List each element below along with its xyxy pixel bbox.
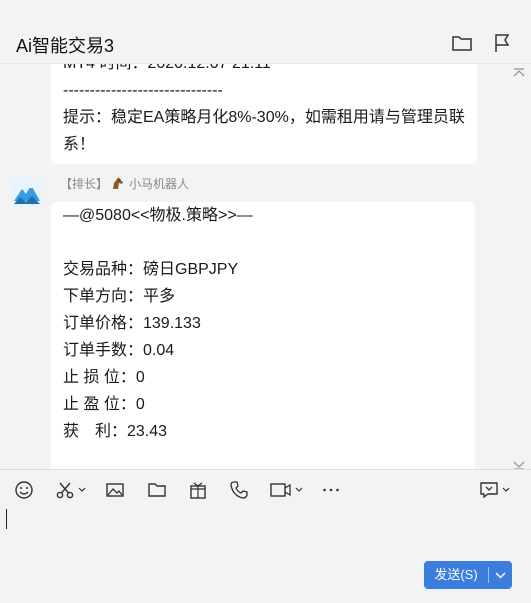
message-bubble: —@5080<<物极.策略>>— 交易品种：磅日GBPJPY 下单方向：平多 订… xyxy=(51,202,475,469)
message-line: 获 利：23.43 xyxy=(63,423,168,440)
chat-record-icon xyxy=(479,480,499,500)
message-line: 止 损 位：0 xyxy=(63,369,145,386)
message-line: MT4 时间：2020.12.07 21:11 xyxy=(63,64,465,77)
chevron-down-icon xyxy=(78,487,86,493)
message-line: 提示：稳定EA策略月化8%-30%，如需租用请与管理员联 xyxy=(63,109,465,126)
chevron-down-icon xyxy=(295,487,303,493)
folder-icon[interactable] xyxy=(147,480,167,500)
message-line: 订单价格：139.133 xyxy=(63,315,201,332)
message-line: 订单手数：0.04 xyxy=(63,342,175,359)
message-line: 交易品种：磅日GBPJPY xyxy=(63,261,239,278)
message-line: ------------------------------ xyxy=(63,82,223,99)
chevron-down-icon xyxy=(502,487,510,493)
folder-icon[interactable] xyxy=(451,32,473,54)
message-list[interactable]: MT4 时间：2020.12.07 21:11 ----------------… xyxy=(0,64,531,469)
scissors-icon xyxy=(55,480,75,500)
horse-icon xyxy=(110,175,126,191)
avatar[interactable] xyxy=(12,177,42,207)
video-icon xyxy=(270,480,292,500)
chat-record-button[interactable] xyxy=(479,480,510,500)
screenshot-button[interactable] xyxy=(55,480,86,500)
send-options-button[interactable] xyxy=(489,561,512,589)
message-line xyxy=(63,229,463,256)
message-line: 止 盈 位：0 xyxy=(63,396,145,413)
message-line: 系！ xyxy=(63,136,96,153)
flag-icon[interactable] xyxy=(491,32,513,54)
send-button[interactable]: 发送(S) xyxy=(424,561,512,589)
text-cursor xyxy=(6,509,7,529)
sender-info: 【排长】 小马机器人 xyxy=(60,175,189,192)
sender-badge: 【排长】 xyxy=(60,177,109,191)
chat-title: Ai智能交易3 xyxy=(16,36,115,56)
sender-name: 小马机器人 xyxy=(129,177,190,191)
phone-icon[interactable] xyxy=(229,480,249,500)
send-button-label: 发送(S) xyxy=(434,567,478,582)
message-bubble: MT4 时间：2020.12.07 21:11 ----------------… xyxy=(51,64,477,164)
image-icon[interactable] xyxy=(105,480,125,500)
chevron-down-icon xyxy=(495,572,506,579)
emoji-icon[interactable] xyxy=(14,480,34,500)
message-line: 下单方向：平多 xyxy=(63,288,176,305)
title-bar: Ai智能交易3 xyxy=(0,0,531,64)
message-line: —@5080<<物极.策略>>— xyxy=(63,207,253,224)
composer-toolbar xyxy=(0,469,531,509)
scroll-down-icon[interactable] xyxy=(513,457,525,469)
video-call-button[interactable] xyxy=(270,480,303,500)
more-icon[interactable] xyxy=(321,480,341,500)
red-packet-icon[interactable] xyxy=(188,480,208,500)
scroll-up-icon[interactable] xyxy=(513,65,525,77)
